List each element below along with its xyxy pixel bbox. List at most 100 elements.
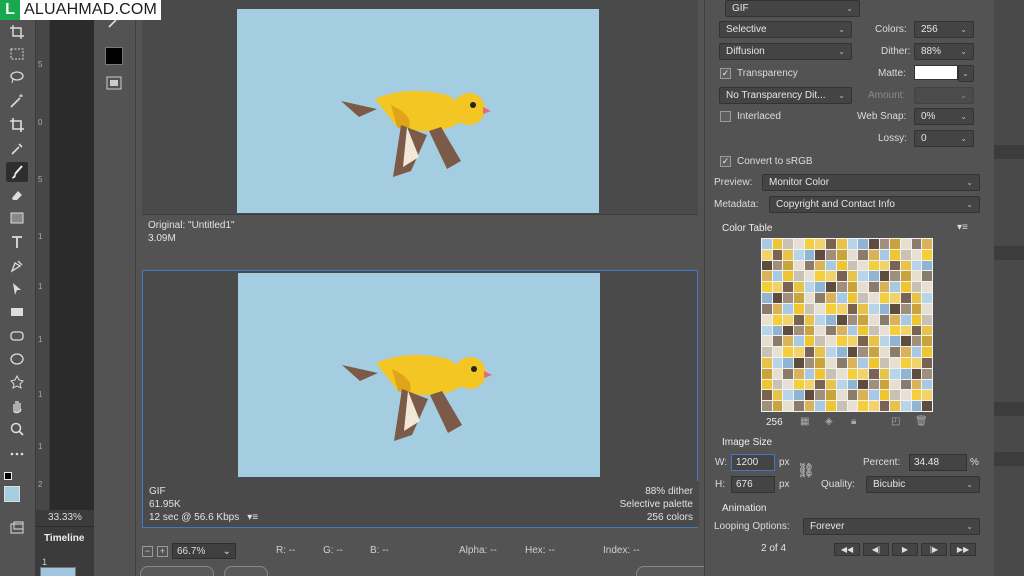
color-swatch[interactable]	[794, 249, 804, 260]
color-swatch[interactable]	[804, 249, 815, 260]
color-swatch[interactable]	[847, 390, 858, 401]
width-input[interactable]: 1200	[731, 454, 775, 471]
color-swatch[interactable]	[826, 357, 836, 368]
magic-wand-icon[interactable]	[6, 91, 28, 111]
color-swatch[interactable]	[836, 325, 847, 336]
original-pane[interactable]: Original: "Untitled1" 3.09M	[142, 0, 698, 266]
color-swatch[interactable]	[879, 271, 890, 282]
color-swatch[interactable]	[794, 336, 804, 347]
color-swatch[interactable]	[783, 239, 794, 249]
color-swatch[interactable]	[890, 249, 900, 260]
color-swatch[interactable]	[922, 325, 932, 336]
color-swatch[interactable]	[815, 325, 826, 336]
color-swatch[interactable]	[826, 249, 836, 260]
color-swatch[interactable]	[762, 347, 772, 357]
rounded-rect-icon[interactable]	[6, 326, 28, 346]
color-swatch[interactable]	[868, 368, 879, 379]
crop-tool-icon[interactable]	[6, 115, 28, 135]
color-swatch[interactable]	[922, 314, 932, 325]
color-swatch[interactable]	[794, 357, 804, 368]
color-swatch[interactable]	[900, 336, 911, 347]
color-swatch[interactable]	[762, 239, 772, 249]
color-swatch[interactable]	[879, 357, 890, 368]
preview-select[interactable]: Monitor Color ⌄	[762, 174, 980, 191]
eraser-icon[interactable]	[6, 185, 28, 205]
color-swatch[interactable]	[826, 271, 836, 282]
color-swatch[interactable]	[804, 293, 815, 303]
color-swatch[interactable]	[858, 390, 868, 401]
lasso-icon[interactable]	[6, 67, 28, 87]
color-swatch[interactable]	[847, 368, 858, 379]
gradient-icon[interactable]	[6, 208, 28, 228]
color-swatch[interactable]	[890, 401, 900, 411]
color-swatch[interactable]	[922, 357, 932, 368]
color-swatch[interactable]	[900, 303, 911, 314]
previous-frame-button[interactable]: ◀|	[863, 543, 889, 556]
color-swatch[interactable]	[815, 303, 826, 314]
color-swatch[interactable]	[911, 249, 922, 260]
color-swatch[interactable]	[900, 293, 911, 303]
color-swatch[interactable]	[879, 390, 890, 401]
color-swatch[interactable]	[836, 271, 847, 282]
color-swatch[interactable]	[772, 390, 783, 401]
color-swatch[interactable]	[922, 260, 932, 271]
color-swatch[interactable]	[783, 336, 794, 347]
color-swatch[interactable]	[794, 401, 804, 411]
color-table-menu-icon[interactable]: ▾≡	[957, 222, 968, 233]
color-swatch[interactable]	[858, 379, 868, 390]
color-swatch[interactable]	[804, 314, 815, 325]
color-swatch[interactable]	[815, 347, 826, 357]
color-swatch[interactable]	[783, 357, 794, 368]
color-swatch[interactable]	[762, 249, 772, 260]
color-swatch[interactable]	[922, 379, 932, 390]
color-swatch[interactable]	[772, 314, 783, 325]
color-swatch[interactable]	[804, 379, 815, 390]
download-speed-menu-icon[interactable]: ▾≡	[247, 511, 258, 524]
color-swatch[interactable]	[868, 379, 879, 390]
screen-mode-icon[interactable]	[6, 518, 28, 538]
height-input[interactable]: 676	[731, 476, 775, 493]
color-swatch[interactable]	[794, 260, 804, 271]
color-swatch[interactable]	[922, 303, 932, 314]
color-swatch[interactable]	[858, 271, 868, 282]
color-swatch[interactable]	[868, 271, 879, 282]
color-swatch[interactable]	[826, 325, 836, 336]
color-swatch[interactable]	[772, 271, 783, 282]
color-swatch[interactable]	[879, 368, 890, 379]
color-swatch[interactable]	[900, 314, 911, 325]
color-swatch[interactable]	[804, 390, 815, 401]
crop-icon[interactable]	[6, 22, 28, 42]
color-swatch[interactable]	[804, 282, 815, 293]
color-swatch[interactable]	[772, 249, 783, 260]
color-swatch[interactable]	[868, 249, 879, 260]
color-swatch[interactable]	[900, 249, 911, 260]
color-swatch[interactable]	[772, 357, 783, 368]
color-swatch[interactable]	[836, 368, 847, 379]
color-swatch[interactable]	[847, 282, 858, 293]
color-swatch[interactable]	[772, 379, 783, 390]
color-swatch[interactable]	[804, 336, 815, 347]
color-swatch[interactable]	[900, 390, 911, 401]
color-swatch[interactable]	[804, 325, 815, 336]
marquee-icon[interactable]	[6, 44, 28, 64]
color-swatch[interactable]	[879, 260, 890, 271]
color-swatch[interactable]	[762, 282, 772, 293]
color-swatch[interactable]	[858, 401, 868, 411]
color-swatch[interactable]	[815, 379, 826, 390]
color-swatch[interactable]	[879, 239, 890, 249]
color-swatch[interactable]	[858, 368, 868, 379]
color-swatch[interactable]	[847, 379, 858, 390]
make-transparent-icon[interactable]: ◈	[825, 416, 833, 427]
color-swatch[interactable]	[868, 336, 879, 347]
ellipse-icon[interactable]	[6, 349, 28, 369]
frame-thumbnail[interactable]	[40, 567, 76, 576]
map-to-web-icon[interactable]: ▦	[800, 416, 809, 427]
color-swatch[interactable]	[772, 260, 783, 271]
brush-icon[interactable]	[6, 162, 28, 182]
color-swatch[interactable]	[911, 379, 922, 390]
color-swatch[interactable]	[900, 357, 911, 368]
color-swatch[interactable]	[836, 314, 847, 325]
color-swatch[interactable]	[858, 249, 868, 260]
color-swatch[interactable]	[858, 336, 868, 347]
color-swatch[interactable]	[783, 379, 794, 390]
